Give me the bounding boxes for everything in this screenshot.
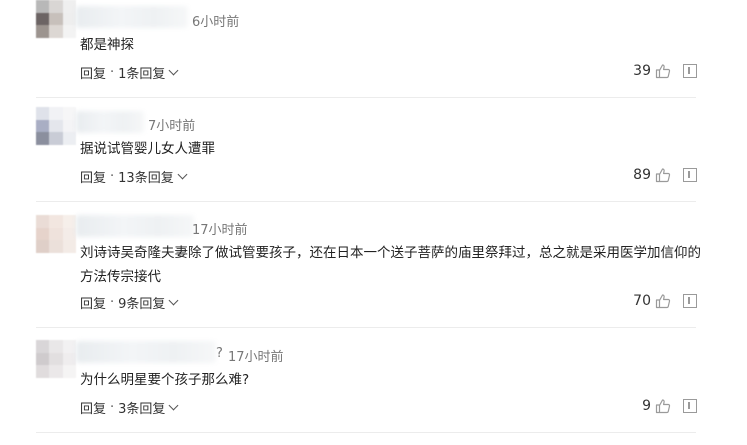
separator: · [110, 65, 115, 80]
username-blurred[interactable] [76, 111, 144, 133]
username-blurred[interactable] [76, 341, 216, 363]
report-icon[interactable] [683, 294, 697, 308]
comment-time: 17小时前 [228, 350, 284, 365]
view-replies-button[interactable]: 1条回复 [118, 63, 165, 82]
comment-text: 为什么明星要个孩子那么难? [80, 372, 250, 388]
avatar[interactable] [36, 0, 76, 38]
like-count: 9 [642, 398, 651, 414]
avatar-pixel [36, 12, 50, 26]
avatar-pixel [49, 240, 63, 253]
thumbs-up-icon[interactable] [655, 63, 671, 79]
view-replies-button[interactable]: 3条回复 [118, 398, 165, 417]
avatar-pixel [62, 227, 76, 241]
username-blurred[interactable] [76, 6, 188, 28]
divider [36, 201, 696, 202]
avatar-pixel [49, 0, 63, 13]
avatar-pixel [49, 119, 63, 133]
separator: · [110, 400, 115, 415]
avatar-pixel [49, 132, 63, 145]
comment-actions: 回复 · 13条回复 [80, 167, 188, 186]
like-count: 89 [633, 167, 651, 183]
thumbs-up-icon[interactable] [655, 398, 671, 414]
avatar-pixel [36, 119, 50, 133]
avatar-pixel [49, 352, 63, 366]
avatar-pixel [36, 215, 50, 228]
avatar-pixel [49, 107, 63, 120]
divider [36, 432, 696, 433]
avatar-pixel [49, 25, 63, 38]
avatar-pixel [49, 340, 63, 353]
chevron-down-icon[interactable] [177, 169, 188, 180]
comment-time: 17小时前 [192, 223, 248, 238]
separator: · [110, 295, 115, 310]
username-blurred[interactable] [76, 215, 194, 237]
like-count: 70 [633, 293, 651, 309]
avatar-pixel [49, 227, 63, 241]
comment-tools: 89 [633, 167, 697, 183]
reply-button[interactable]: 回复 [80, 398, 106, 417]
avatar-pixel [36, 352, 50, 366]
divider [36, 97, 696, 98]
avatar-pixel [36, 25, 50, 38]
avatar-pixel [62, 365, 76, 378]
avatar-pixel [62, 132, 76, 145]
avatar-pixel [49, 12, 63, 26]
comment-text: 都是神探 [80, 37, 134, 53]
avatar-pixel [36, 0, 50, 13]
separator: · [110, 169, 115, 184]
comment-actions: 回复 · 3条回复 [80, 398, 179, 417]
thumbs-up-icon[interactable] [655, 167, 671, 183]
comment-tools: 70 [633, 293, 697, 309]
avatar-pixel [62, 119, 76, 133]
chevron-down-icon[interactable] [168, 65, 179, 76]
comment-tools: 39 [633, 63, 697, 79]
chevron-down-icon[interactable] [168, 400, 179, 411]
reply-button[interactable]: 回复 [80, 63, 106, 82]
reply-button[interactable]: 回复 [80, 167, 106, 186]
comment-tools: 9 [642, 398, 697, 414]
avatar-pixel [62, 215, 76, 228]
avatar-pixel [36, 240, 50, 253]
avatar-pixel [62, 240, 76, 253]
comment-actions: 回复 · 1条回复 [80, 63, 179, 82]
comment-time: 6小时前 [192, 15, 240, 30]
avatar[interactable] [36, 215, 76, 253]
divider [36, 327, 696, 328]
avatar-pixel [62, 107, 76, 120]
avatar-pixel [36, 132, 50, 145]
report-icon[interactable] [683, 64, 697, 78]
avatar[interactable] [36, 340, 76, 378]
avatar-pixel [49, 215, 63, 228]
report-icon[interactable] [683, 399, 697, 413]
chevron-down-icon[interactable] [168, 295, 179, 306]
avatar-pixel [62, 352, 76, 366]
avatar-pixel [49, 365, 63, 378]
comment-text: 刘诗诗吴奇隆夫妻除了做试管要孩子，还在日本一个送子菩萨的庙里祭拜过，总之就是采用… [80, 245, 701, 285]
reply-button[interactable]: 回复 [80, 293, 106, 312]
comment-time: 7小时前 [148, 119, 196, 134]
avatar-pixel [36, 227, 50, 241]
avatar-pixel [36, 107, 50, 120]
comment-text: 据说试管婴儿女人遭罪 [80, 141, 215, 157]
avatar-pixel [36, 340, 50, 353]
comment-time-prefix: ? [216, 346, 223, 361]
avatar-pixel [36, 365, 50, 378]
like-count: 39 [633, 63, 651, 79]
avatar-pixel [62, 0, 76, 13]
report-icon[interactable] [683, 168, 697, 182]
avatar-pixel [62, 340, 76, 353]
avatar-pixel [62, 25, 76, 38]
avatar-pixel [62, 12, 76, 26]
view-replies-button[interactable]: 13条回复 [118, 167, 174, 186]
thumbs-up-icon[interactable] [655, 293, 671, 309]
view-replies-button[interactable]: 9条回复 [118, 293, 165, 312]
avatar[interactable] [36, 107, 76, 145]
comment-actions: 回复 · 9条回复 [80, 293, 179, 312]
